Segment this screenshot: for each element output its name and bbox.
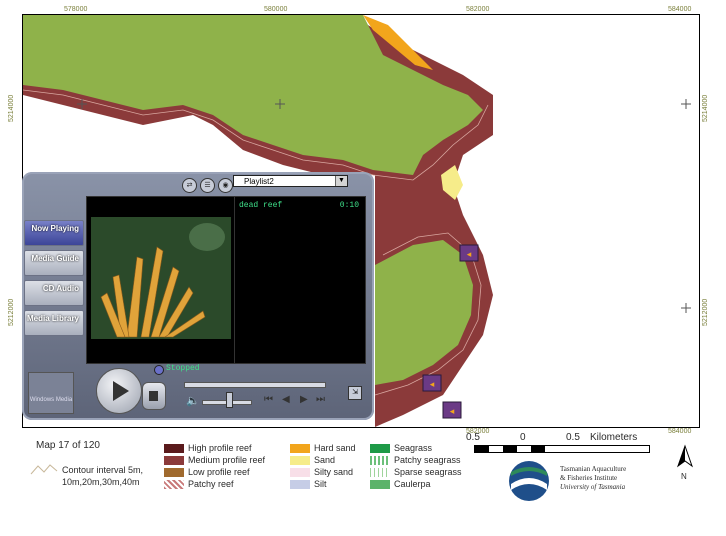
stop-icon [149, 391, 158, 401]
swatch-sparse-seagrass [370, 468, 390, 477]
list-item[interactable]: dead reef 0:10 [239, 201, 359, 210]
fish-marker[interactable]: ◂ [442, 401, 462, 419]
legend-label: Seagrass [394, 443, 433, 453]
stop-button[interactable] [142, 382, 166, 410]
scale-label: Kilometers [590, 432, 638, 443]
track-title: dead reef [239, 201, 283, 210]
legend-label: Low profile reef [188, 467, 250, 477]
map-number: Map 17 of 120 [36, 440, 100, 451]
rewind-icon[interactable]: ◀ [282, 394, 290, 405]
logo-text: Windows Media [29, 397, 73, 403]
chevron-down-icon[interactable]: ▼ [335, 176, 347, 186]
legend-label: Silty sand [314, 467, 354, 477]
swatch-silt [290, 480, 310, 489]
volume-knob[interactable] [226, 392, 233, 408]
swatch-seagrass [370, 444, 390, 453]
sidebar-item-now-playing[interactable]: Now Playing [24, 220, 84, 246]
play-icon [113, 381, 129, 401]
legend-label: High profile reef [188, 443, 252, 453]
contour-label-2: 10m,20m,30m,40m [62, 477, 140, 487]
resize-icon[interactable]: ⇲ [348, 386, 362, 400]
playlist-icon[interactable]: ☰ [200, 178, 215, 193]
legend-label: Sand [314, 455, 336, 465]
shuffle-icon[interactable]: ⇄ [182, 178, 197, 193]
org-name: & Fisheries Institute [560, 474, 618, 482]
seek-bar[interactable] [184, 382, 326, 388]
legend-label: Medium profile reef [188, 455, 266, 465]
x-grid-label: 580000 [264, 6, 288, 13]
swatch-caulerpa [370, 480, 390, 489]
contour-label-1: Contour interval 5m, [62, 465, 144, 475]
track-time: 0:10 [339, 201, 359, 210]
swatch-patchy-reef [164, 480, 184, 489]
status-icon [154, 365, 164, 375]
y-grid-label: 5212000 [702, 298, 709, 326]
playlist-select-value: Playlist2 [244, 177, 274, 186]
media-player: ⇄ ☰ ◉ Playlist2 ▼ Now Playing Media Guid… [22, 172, 374, 420]
video-display[interactable] [86, 196, 236, 364]
sidebar-item-media-library[interactable]: Media Library [24, 310, 84, 336]
x-grid-label: 578000 [64, 6, 88, 13]
legend-label: Silt [314, 479, 327, 489]
sidebar-item-cd-audio[interactable]: CD Audio [24, 280, 84, 306]
sidebar-item-media-guide[interactable]: Media Guide [24, 250, 84, 276]
play-button[interactable] [96, 368, 142, 414]
playlist-select[interactable]: Playlist2 ▼ [233, 175, 348, 187]
scale-label: 0.5 [466, 432, 480, 443]
visualization-icon[interactable]: ◉ [218, 178, 233, 193]
swatch-hard-sand [290, 444, 310, 453]
svg-text:◂: ◂ [467, 250, 472, 260]
swatch-medium-profile-reef [164, 456, 184, 465]
x-grid-label: 584000 [668, 428, 692, 435]
tafi-logo [509, 461, 549, 501]
x-grid-label: 582000 [466, 6, 490, 13]
swatch-patchy-seagrass [370, 456, 390, 465]
legend-label: Caulerpa [394, 479, 431, 489]
org-name: Tasmanian Aquaculture [560, 465, 627, 473]
swatch-sand [290, 456, 310, 465]
scale-label: 0 [520, 432, 526, 443]
legend-label: Patchy reef [188, 479, 234, 489]
windows-media-logo: Windows Media [28, 372, 74, 414]
y-grid-label: 5212000 [8, 298, 15, 326]
contour-line-icon [30, 464, 58, 475]
next-icon[interactable]: ⏭ [316, 394, 325, 405]
status-text: Stopped [166, 364, 200, 373]
previous-icon[interactable]: ⏮ [264, 394, 273, 405]
fish-marker[interactable]: ◂ [422, 374, 442, 392]
y-grid-label: 5214000 [702, 94, 709, 122]
forward-icon[interactable]: ▶ [300, 394, 308, 405]
rock-shape [189, 223, 225, 251]
video-frame [91, 217, 231, 339]
swatch-high-profile-reef [164, 444, 184, 453]
playlist-panel[interactable]: dead reef 0:10 [234, 196, 366, 364]
legend-label: Patchy seagrass [394, 455, 461, 465]
scale-bar [474, 445, 650, 453]
svg-text:◂: ◂ [450, 407, 455, 417]
fish-marker[interactable]: ◂ [459, 244, 479, 262]
svg-text:◂: ◂ [430, 380, 435, 390]
scale-label: 0.5 [566, 432, 580, 443]
north-arrow-icon [677, 444, 693, 468]
legend-label: Hard sand [314, 443, 356, 453]
y-grid-label: 5214000 [8, 94, 15, 122]
swatch-silty-sand [290, 468, 310, 477]
mute-icon[interactable]: 🔈 [186, 394, 200, 407]
x-grid-label: 584000 [668, 6, 692, 13]
north-label: N [681, 472, 687, 481]
org-name: University of Tasmania [560, 483, 626, 491]
swatch-low-profile-reef [164, 468, 184, 477]
legend-label: Sparse seagrass [394, 467, 462, 477]
